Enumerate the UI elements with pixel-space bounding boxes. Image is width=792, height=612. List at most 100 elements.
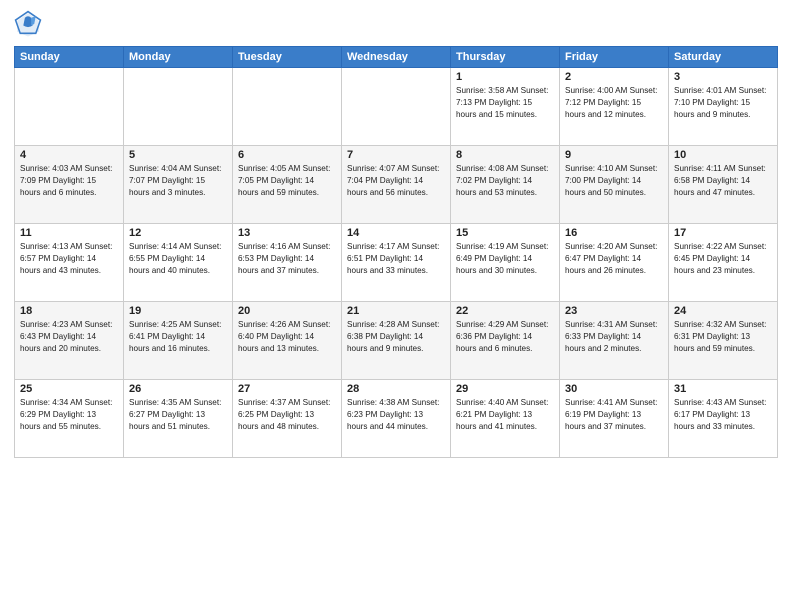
- day-number: 24: [674, 305, 772, 317]
- day-detail: Sunrise: 4:00 AM Sunset: 7:12 PM Dayligh…: [565, 85, 663, 121]
- header-row: SundayMondayTuesdayWednesdayThursdayFrid…: [15, 47, 778, 68]
- day-number: 9: [565, 149, 663, 161]
- day-detail: Sunrise: 3:58 AM Sunset: 7:13 PM Dayligh…: [456, 85, 554, 121]
- calendar-cell: 10 Sunrise: 4:11 AM Sunset: 6:58 PM Dayli…: [669, 146, 778, 224]
- day-number: 13: [238, 227, 336, 239]
- calendar-week-row: 1 Sunrise: 3:58 AM Sunset: 7:13 PM Daylig…: [15, 68, 778, 146]
- day-detail: Sunrise: 4:20 AM Sunset: 6:47 PM Dayligh…: [565, 241, 663, 277]
- weekday-header: Wednesday: [342, 47, 451, 68]
- day-detail: Sunrise: 4:04 AM Sunset: 7:07 PM Dayligh…: [129, 163, 227, 199]
- day-detail: Sunrise: 4:35 AM Sunset: 6:27 PM Dayligh…: [129, 397, 227, 433]
- calendar-cell: 26Sunrise: 4:35 AM Sunset: 6:27 PM Dayli…: [124, 380, 233, 458]
- day-detail: Sunrise: 4:10 AM Sunset: 7:00 PM Dayligh…: [565, 163, 663, 199]
- calendar-cell: 29 Sunrise: 4:40 AM Sunset: 6:21 PM Dayli…: [451, 380, 560, 458]
- day-detail: Sunrise: 4:25 AM Sunset: 6:41 PM Dayligh…: [129, 319, 227, 355]
- calendar-body: 1 Sunrise: 3:58 AM Sunset: 7:13 PM Daylig…: [15, 68, 778, 458]
- day-number: 10: [674, 149, 772, 161]
- day-detail: Sunrise: 4:11 AM Sunset: 6:58 PM Dayligh…: [674, 163, 772, 199]
- day-detail: Sunrise: 4:43 AM Sunset: 6:17 PM Dayligh…: [674, 397, 772, 433]
- day-detail: Sunrise: 4:01 AM Sunset: 7:10 PM Dayligh…: [674, 85, 772, 121]
- day-number: 29: [456, 383, 554, 395]
- day-number: 20: [238, 305, 336, 317]
- calendar-cell: [124, 68, 233, 146]
- day-detail: Sunrise: 4:08 AM Sunset: 7:02 PM Dayligh…: [456, 163, 554, 199]
- day-number: 28: [347, 383, 445, 395]
- weekday-header: Monday: [124, 47, 233, 68]
- calendar-cell: 28 Sunrise: 4:38 AM Sunset: 6:23 PM Dayli…: [342, 380, 451, 458]
- calendar-cell: 11Sunrise: 4:13 AM Sunset: 6:57 PM Dayli…: [15, 224, 124, 302]
- calendar-cell: 21 Sunrise: 4:28 AM Sunset: 6:38 PM Dayli…: [342, 302, 451, 380]
- day-number: 12: [129, 227, 227, 239]
- calendar-cell: 12 Sunrise: 4:14 AM Sunset: 6:55 PM Dayli…: [124, 224, 233, 302]
- day-number: 5: [129, 149, 227, 161]
- day-number: 30: [565, 383, 663, 395]
- day-detail: Sunrise: 4:37 AM Sunset: 6:25 PM Dayligh…: [238, 397, 336, 433]
- calendar-cell: 16 Sunrise: 4:20 AM Sunset: 6:47 PM Dayli…: [560, 224, 669, 302]
- calendar-week-row: 25 Sunrise: 4:34 AM Sunset: 6:29 PM Dayli…: [15, 380, 778, 458]
- day-detail: Sunrise: 4:26 AM Sunset: 6:40 PM Dayligh…: [238, 319, 336, 355]
- day-detail: Sunrise: 4:29 AM Sunset: 6:36 PM Dayligh…: [456, 319, 554, 355]
- calendar-cell: 19Sunrise: 4:25 AM Sunset: 6:41 PM Dayli…: [124, 302, 233, 380]
- day-detail: Sunrise: 4:34 AM Sunset: 6:29 PM Dayligh…: [20, 397, 118, 433]
- day-number: 6: [238, 149, 336, 161]
- weekday-header: Friday: [560, 47, 669, 68]
- page: SundayMondayTuesdayWednesdayThursdayFrid…: [0, 0, 792, 612]
- calendar-cell: 13 Sunrise: 4:16 AM Sunset: 6:53 PM Dayli…: [233, 224, 342, 302]
- logo: [14, 10, 46, 38]
- day-number: 14: [347, 227, 445, 239]
- calendar-cell: 20 Sunrise: 4:26 AM Sunset: 6:40 PM Dayli…: [233, 302, 342, 380]
- calendar-header: SundayMondayTuesdayWednesdayThursdayFrid…: [15, 47, 778, 68]
- day-detail: Sunrise: 4:38 AM Sunset: 6:23 PM Dayligh…: [347, 397, 445, 433]
- calendar-table: SundayMondayTuesdayWednesdayThursdayFrid…: [14, 46, 778, 458]
- day-number: 27: [238, 383, 336, 395]
- day-number: 4: [20, 149, 118, 161]
- calendar-cell: 1 Sunrise: 3:58 AM Sunset: 7:13 PM Daylig…: [451, 68, 560, 146]
- day-detail: Sunrise: 4:28 AM Sunset: 6:38 PM Dayligh…: [347, 319, 445, 355]
- calendar-cell: 22 Sunrise: 4:29 AM Sunset: 6:36 PM Dayli…: [451, 302, 560, 380]
- calendar-cell: 25 Sunrise: 4:34 AM Sunset: 6:29 PM Dayli…: [15, 380, 124, 458]
- day-number: 16: [565, 227, 663, 239]
- weekday-header: Sunday: [15, 47, 124, 68]
- day-number: 31: [674, 383, 772, 395]
- calendar-cell: 17Sunrise: 4:22 AM Sunset: 6:45 PM Dayli…: [669, 224, 778, 302]
- day-number: 18: [20, 305, 118, 317]
- calendar-cell: 8Sunrise: 4:08 AM Sunset: 7:02 PM Daylig…: [451, 146, 560, 224]
- calendar-cell: 4 Sunrise: 4:03 AM Sunset: 7:09 PM Daylig…: [15, 146, 124, 224]
- day-detail: Sunrise: 4:22 AM Sunset: 6:45 PM Dayligh…: [674, 241, 772, 277]
- header: [14, 10, 778, 38]
- day-detail: Sunrise: 4:41 AM Sunset: 6:19 PM Dayligh…: [565, 397, 663, 433]
- day-detail: Sunrise: 4:05 AM Sunset: 7:05 PM Dayligh…: [238, 163, 336, 199]
- day-number: 3: [674, 71, 772, 83]
- day-detail: Sunrise: 4:14 AM Sunset: 6:55 PM Dayligh…: [129, 241, 227, 277]
- day-detail: Sunrise: 4:40 AM Sunset: 6:21 PM Dayligh…: [456, 397, 554, 433]
- day-number: 1: [456, 71, 554, 83]
- day-detail: Sunrise: 4:07 AM Sunset: 7:04 PM Dayligh…: [347, 163, 445, 199]
- calendar-cell: 30 Sunrise: 4:41 AM Sunset: 6:19 PM Dayli…: [560, 380, 669, 458]
- calendar-cell: [15, 68, 124, 146]
- calendar-cell: 7Sunrise: 4:07 AM Sunset: 7:04 PM Daylig…: [342, 146, 451, 224]
- day-number: 11: [20, 227, 118, 239]
- calendar-cell: 27 Sunrise: 4:37 AM Sunset: 6:25 PM Dayli…: [233, 380, 342, 458]
- day-number: 25: [20, 383, 118, 395]
- day-number: 15: [456, 227, 554, 239]
- day-detail: Sunrise: 4:23 AM Sunset: 6:43 PM Dayligh…: [20, 319, 118, 355]
- calendar-cell: 6 Sunrise: 4:05 AM Sunset: 7:05 PM Daylig…: [233, 146, 342, 224]
- weekday-header: Thursday: [451, 47, 560, 68]
- calendar-cell: 2 Sunrise: 4:00 AM Sunset: 7:12 PM Daylig…: [560, 68, 669, 146]
- calendar-cell: 24Sunrise: 4:32 AM Sunset: 6:31 PM Dayli…: [669, 302, 778, 380]
- logo-icon: [14, 10, 42, 38]
- weekday-header: Tuesday: [233, 47, 342, 68]
- calendar-cell: 5 Sunrise: 4:04 AM Sunset: 7:07 PM Daylig…: [124, 146, 233, 224]
- calendar-cell: 18 Sunrise: 4:23 AM Sunset: 6:43 PM Dayli…: [15, 302, 124, 380]
- calendar-cell: 15Sunrise: 4:19 AM Sunset: 6:49 PM Dayli…: [451, 224, 560, 302]
- day-detail: Sunrise: 4:03 AM Sunset: 7:09 PM Dayligh…: [20, 163, 118, 199]
- day-detail: Sunrise: 4:16 AM Sunset: 6:53 PM Dayligh…: [238, 241, 336, 277]
- day-number: 2: [565, 71, 663, 83]
- calendar-cell: [233, 68, 342, 146]
- day-number: 22: [456, 305, 554, 317]
- day-detail: Sunrise: 4:31 AM Sunset: 6:33 PM Dayligh…: [565, 319, 663, 355]
- day-detail: Sunrise: 4:17 AM Sunset: 6:51 PM Dayligh…: [347, 241, 445, 277]
- weekday-header: Saturday: [669, 47, 778, 68]
- day-number: 21: [347, 305, 445, 317]
- calendar-week-row: 18 Sunrise: 4:23 AM Sunset: 6:43 PM Dayli…: [15, 302, 778, 380]
